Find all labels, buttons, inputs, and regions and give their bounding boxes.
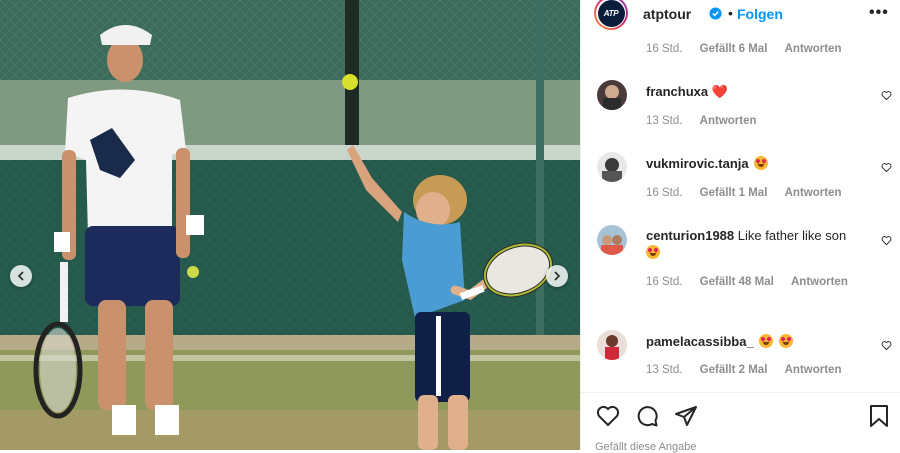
- comment-username[interactable]: vukmirovic.tanja: [646, 156, 749, 171]
- comment-meta: 13 Std. Antworten: [646, 115, 771, 127]
- separator-dot: •: [728, 5, 733, 21]
- bookmark-icon[interactable]: [868, 404, 890, 428]
- comment-username[interactable]: pamelacassibba_: [646, 334, 754, 349]
- comment-username[interactable]: franchuxa: [646, 84, 708, 99]
- comment-likes[interactable]: Gefällt 6 Mal: [700, 43, 768, 55]
- comment-meta: 16 Std. Gefällt 6 Mal Antworten: [646, 43, 855, 55]
- reply-button[interactable]: Antworten: [785, 43, 842, 55]
- more-options-button[interactable]: •••: [869, 4, 889, 22]
- comment-likes[interactable]: Gefällt 2 Mal: [700, 364, 768, 376]
- comment-time: 16 Std.: [646, 276, 683, 288]
- tennis-photo-illustration: [0, 0, 580, 450]
- post-photo[interactable]: [0, 0, 580, 450]
- reply-button[interactable]: Antworten: [785, 364, 842, 376]
- verified-badge-icon: [709, 7, 722, 20]
- avatar[interactable]: [597, 80, 627, 110]
- follow-button[interactable]: Folgen: [737, 6, 783, 22]
- post-header: ATP atptour • Folgen •••: [581, 0, 900, 32]
- heart-outline-icon[interactable]: [881, 340, 892, 351]
- comment-likes[interactable]: Gefällt 1 Mal: [700, 187, 768, 199]
- comment-meta: 13 Std. Gefällt 2 Mal Antworten: [646, 364, 855, 376]
- comment-time: 16 Std.: [646, 43, 683, 55]
- chevron-left-icon: [17, 271, 24, 281]
- comment-meta: 16 Std. Gefällt 48 Mal Antworten: [646, 276, 862, 288]
- avatar[interactable]: [597, 330, 627, 360]
- next-image-button[interactable]: [546, 265, 568, 287]
- comment-time: 13 Std.: [646, 115, 683, 127]
- reply-button[interactable]: Antworten: [785, 187, 842, 199]
- comments-panel: ATP atptour • Folgen ••• 16 Std. Gefällt…: [580, 0, 900, 453]
- share-icon[interactable]: [674, 404, 698, 428]
- action-bar: [581, 404, 900, 432]
- avatar[interactable]: [597, 225, 627, 255]
- atp-logo: ATP: [597, 0, 625, 27]
- comment-text: ❤️: [711, 84, 728, 99]
- heart-eyes-emoji: [754, 156, 769, 170]
- heart-eyes-emoji: [778, 334, 793, 348]
- divider: [581, 392, 900, 393]
- heart-outline-icon[interactable]: [881, 90, 892, 101]
- comment-time: 13 Std.: [646, 364, 683, 376]
- likes-summary-partial: Gefällt diese Angabe: [595, 441, 697, 453]
- comment-icon[interactable]: [635, 404, 659, 428]
- comment-likes[interactable]: Gefällt 48 Mal: [700, 276, 774, 288]
- reply-button[interactable]: Antworten: [700, 115, 757, 127]
- heart-outline-icon[interactable]: [881, 235, 892, 246]
- comment-username[interactable]: centurion1988: [646, 228, 734, 243]
- comment-meta: 16 Std. Gefällt 1 Mal Antworten: [646, 187, 855, 199]
- previous-image-button[interactable]: [10, 265, 32, 287]
- account-avatar[interactable]: ATP: [594, 0, 628, 30]
- heart-eyes-emoji: [759, 334, 774, 348]
- comment-time: 16 Std.: [646, 187, 683, 199]
- account-username[interactable]: atptour: [643, 6, 691, 22]
- heart-outline-icon[interactable]: [596, 404, 620, 428]
- reply-button[interactable]: Antworten: [791, 276, 848, 288]
- avatar[interactable]: [597, 152, 627, 182]
- heart-eyes-emoji: [646, 245, 660, 259]
- heart-outline-icon[interactable]: [881, 162, 892, 173]
- chevron-right-icon: [554, 271, 561, 281]
- comment-text: Like father like son: [737, 228, 847, 243]
